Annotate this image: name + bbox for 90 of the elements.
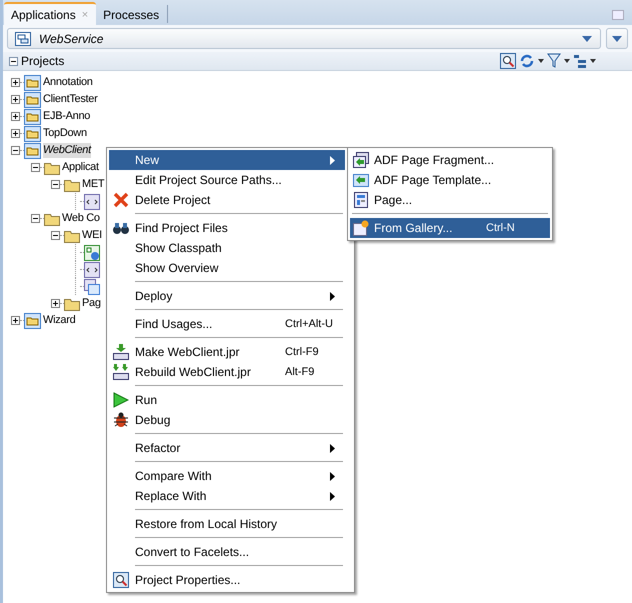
rebuild-icon — [113, 364, 129, 380]
shortcut-text: Ctrl-N — [486, 222, 515, 234]
build-icon — [113, 344, 129, 360]
properties-icon — [113, 572, 129, 588]
list-options-icon[interactable] — [573, 54, 587, 68]
page-template-icon — [353, 172, 369, 188]
menu-item[interactable]: Deploy — [109, 286, 345, 306]
xml-file-icon — [84, 262, 100, 278]
expander-icon[interactable] — [31, 163, 40, 172]
tab[interactable]: Processes — [96, 4, 168, 25]
expander-icon[interactable] — [51, 299, 60, 308]
filter-icon[interactable] — [547, 53, 561, 69]
menu-item[interactable]: Replace With — [109, 486, 345, 506]
expander-icon[interactable] — [11, 146, 20, 155]
folder-icon — [64, 228, 80, 242]
shortcut-text: Ctrl+Alt-U — [285, 318, 333, 330]
menu-item[interactable]: Compare With — [109, 466, 345, 486]
tree-item[interactable]: ClientTester — [43, 92, 98, 107]
shortcut-text: Alt-F9 — [285, 366, 314, 378]
menu-item[interactable]: Page... — [350, 190, 550, 210]
dropdown-arrow-icon — [582, 36, 592, 42]
page-icon — [354, 192, 368, 208]
tree-item[interactable]: WEI — [82, 228, 102, 243]
tree-item[interactable]: WebClient — [43, 143, 91, 158]
expander-icon[interactable] — [11, 78, 20, 87]
panel-title: Projects — [21, 54, 64, 68]
tree-item[interactable]: Annotation — [43, 75, 93, 90]
tree-item[interactable]: MET — [82, 177, 104, 192]
menu-item[interactable]: ADF Page Fragment... — [350, 150, 550, 170]
menu-item[interactable]: Show Classpath — [109, 238, 345, 258]
menu-item[interactable]: New — [109, 150, 345, 170]
folder-icon — [64, 296, 80, 310]
sync-icon[interactable] — [519, 53, 535, 69]
menu-item[interactable]: Find Usages... Ctrl+Alt-U — [109, 314, 345, 334]
new-gallery-icon — [353, 220, 369, 236]
config-file-icon — [84, 244, 100, 260]
menu-item[interactable]: Delete Project — [109, 190, 345, 210]
menu-item[interactable]: Show Overview — [109, 258, 345, 278]
expander-icon[interactable] — [51, 231, 60, 240]
binoculars-icon — [113, 221, 129, 235]
application-dropdown[interactable]: WebService — [7, 28, 601, 49]
project-folder-icon — [24, 108, 41, 124]
expander-icon[interactable] — [11, 129, 20, 138]
menu-item[interactable]: Edit Project Source Paths... — [109, 170, 345, 190]
menu-item[interactable]: Run — [109, 390, 345, 410]
dropdown-arrow-icon — [612, 36, 622, 42]
tree-item[interactable]: Web Co — [62, 211, 100, 226]
run-icon — [113, 392, 129, 408]
tree-item[interactable]: Wizard — [43, 313, 76, 328]
page-file-icon — [84, 278, 100, 294]
menu-item[interactable]: Debug — [109, 410, 345, 430]
application-icon — [15, 32, 31, 46]
menu-item[interactable]: ADF Page Template... — [350, 170, 550, 190]
project-folder-icon — [24, 74, 41, 90]
collapse-icon[interactable] — [9, 56, 18, 66]
expander-icon[interactable] — [31, 214, 40, 223]
caret-icon[interactable] — [590, 59, 596, 63]
xml-file-icon — [84, 194, 100, 210]
page-fragment-icon — [353, 152, 369, 168]
project-folder-icon — [24, 312, 41, 328]
project-folder-icon — [24, 126, 41, 142]
menu-item[interactable]: Project Properties... — [109, 570, 345, 590]
tree-item[interactable]: Pag — [82, 296, 101, 311]
expander-icon[interactable] — [11, 316, 20, 325]
shortcut-text: Ctrl-F9 — [285, 346, 319, 358]
menu-item[interactable]: Convert to Facelets... — [109, 542, 345, 562]
menu-item[interactable]: Refactor — [109, 438, 345, 458]
menu-item[interactable]: Find Project Files — [109, 218, 345, 238]
caret-icon[interactable] — [564, 59, 570, 63]
tab[interactable]: Applications × — [4, 2, 96, 25]
delete-icon — [113, 192, 129, 208]
folder-icon — [44, 212, 60, 226]
menu-item[interactable]: Rebuild WebClient.jpr Alt-F9 — [109, 362, 345, 382]
project-folder-icon — [24, 142, 41, 158]
tree-item[interactable]: TopDown — [43, 126, 87, 141]
tree-item[interactable]: Applicat — [62, 160, 99, 175]
bug-icon — [113, 412, 129, 428]
search-icon[interactable] — [500, 53, 516, 69]
menu-button[interactable] — [606, 28, 628, 49]
caret-icon[interactable] — [538, 59, 544, 63]
expander-icon[interactable] — [11, 112, 20, 121]
expander-icon[interactable] — [51, 180, 60, 189]
menu-item[interactable]: Make WebClient.jpr Ctrl-F9 — [109, 342, 345, 362]
menu-item[interactable]: From Gallery... Ctrl-N — [350, 218, 550, 238]
expander-icon[interactable] — [11, 95, 20, 104]
menu-item[interactable]: Restore from Local History — [109, 514, 345, 534]
folder-icon — [44, 160, 60, 174]
folder-icon — [64, 178, 80, 192]
tree-item[interactable]: EJB-Anno — [43, 109, 90, 124]
project-folder-icon — [24, 92, 41, 108]
